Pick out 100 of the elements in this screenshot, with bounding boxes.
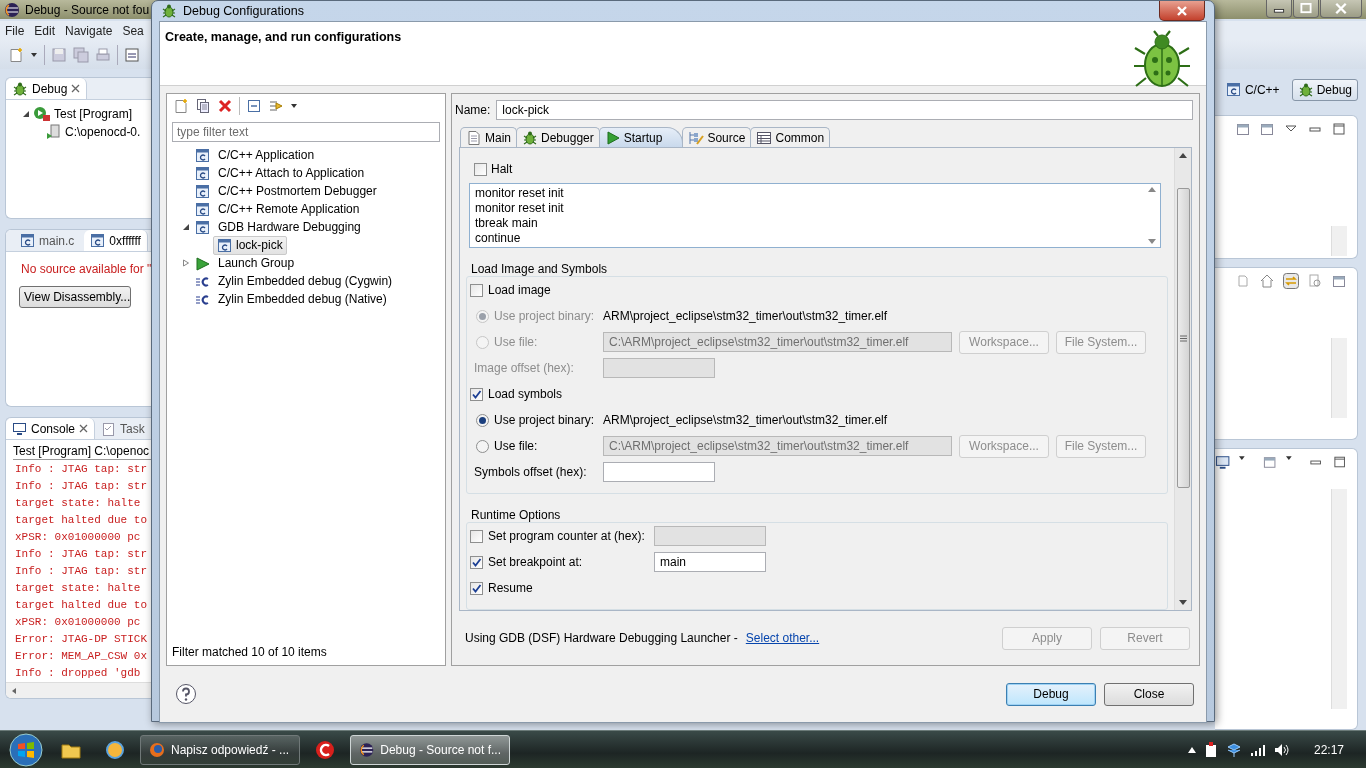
tree-item[interactable]: Test [Program]	[54, 107, 133, 121]
maximize-icon[interactable]	[1331, 454, 1347, 470]
menu-item[interactable]: Edit	[34, 23, 56, 38]
tree-item[interactable]: Zylin Embedded debug (Native)	[214, 290, 391, 308]
tree-icon	[688, 129, 705, 146]
clock: 22:17	[1313, 742, 1344, 757]
expanded-arrow-icon[interactable]	[182, 223, 190, 231]
tree-item[interactable]: C:\openocd-0.	[65, 125, 141, 139]
minimize-icon[interactable]	[1266, 0, 1292, 18]
delete-icon[interactable]	[217, 98, 233, 114]
console-line: xPSR: 0x01000000 pc	[15, 615, 142, 630]
home-icon[interactable]	[1259, 273, 1275, 289]
tab[interactable]: Debugger	[516, 127, 600, 147]
name-field[interactable]: lock-pick	[496, 100, 1193, 120]
box-icon[interactable]	[1225, 741, 1242, 758]
new-view-icon[interactable]	[1235, 121, 1251, 137]
maximize-icon[interactable]	[1331, 121, 1347, 137]
menu-item[interactable]: Navigate	[65, 23, 113, 38]
caret-icon[interactable]	[30, 50, 38, 59]
tab[interactable]: Source	[682, 127, 752, 147]
eclipse-icon	[359, 741, 375, 758]
print-icon[interactable]	[95, 46, 111, 63]
collapse-icon[interactable]	[246, 98, 262, 114]
speaker-icon[interactable]	[1273, 742, 1290, 757]
checkbox[interactable]	[470, 387, 483, 401]
tree-item[interactable]: lock-pick	[213, 235, 287, 255]
close-icon[interactable]	[71, 84, 81, 93]
new-view-icon[interactable]	[1261, 454, 1277, 470]
new-icon[interactable]	[173, 98, 189, 114]
tab[interactable]: Startup	[598, 127, 684, 147]
checkbox[interactable]	[470, 283, 483, 297]
bug-icon	[522, 129, 538, 146]
checkbox[interactable]	[470, 529, 483, 543]
checkbox[interactable]	[470, 581, 483, 595]
caret-icon[interactable]	[290, 102, 298, 110]
file-path-field[interactable]: C:\ARM\project_eclipse\stm32_timer\out\stm32_timer.elf	[603, 436, 952, 456]
radio-button[interactable]	[476, 413, 489, 427]
tree-item[interactable]: C/C++ Postmortem Debugger	[214, 182, 381, 200]
checkbox[interactable]	[470, 555, 483, 569]
arrow-up-icon[interactable]	[1179, 153, 1187, 158]
taskbar-button[interactable]: Debug - Source not f...	[350, 734, 510, 765]
filter-field[interactable]: type filter text	[172, 122, 440, 142]
device-icon[interactable]	[1203, 741, 1218, 758]
select-other-link[interactable]: Select other...	[745, 631, 820, 645]
menu-item[interactable]: File	[5, 23, 25, 38]
help-icon[interactable]	[175, 683, 197, 705]
collapsed-arrow-icon[interactable]	[182, 259, 190, 267]
close-button[interactable]	[1159, 1, 1205, 21]
tree-item[interactable]: C/C++ Remote Application	[214, 200, 364, 218]
maximize-icon[interactable]	[1293, 0, 1319, 18]
console-line: Info : JTAG tap: str	[15, 564, 149, 579]
scrollbar-thumb[interactable]	[1177, 188, 1190, 488]
view-tab[interactable]: Debug	[6, 78, 88, 99]
scrollbar[interactable]	[1331, 489, 1347, 709]
view-tab[interactable]: Task	[95, 418, 151, 439]
new-icon[interactable]	[8, 46, 24, 63]
new-view-icon[interactable]	[1331, 273, 1347, 289]
menu-item[interactable]: Sea	[122, 23, 144, 38]
checkbox[interactable]	[474, 162, 487, 176]
tree-item[interactable]: C/C++ Attach to Application	[214, 164, 369, 182]
close-icon[interactable]	[79, 424, 89, 433]
arrow-down-icon[interactable]	[1179, 600, 1187, 605]
tree-item[interactable]: GDB Hardware Debugging	[214, 218, 365, 236]
file-path: ARM\project_eclipse\stm32_timer\out\stm32_timer.elf	[603, 413, 888, 427]
editor-tab[interactable]: 0xffffff	[84, 230, 148, 251]
binary-icon[interactable]	[124, 46, 140, 63]
scrollbar[interactable]	[1331, 226, 1347, 256]
arrow-up-icon[interactable]	[1187, 746, 1196, 753]
filter-icon[interactable]	[268, 98, 284, 114]
tree-item[interactable]: C/C++ Application	[214, 146, 319, 164]
signal-icon[interactable]	[1249, 742, 1266, 757]
view-disassembly-button[interactable]: View Disassembly...	[19, 286, 131, 308]
tree-item[interactable]: Zylin Embedded debug (Cygwin)	[214, 272, 397, 290]
grip-icon	[1180, 334, 1187, 342]
arrow-down-icon[interactable]	[1147, 239, 1156, 244]
tab[interactable]: Main	[460, 127, 517, 147]
scrollbar[interactable]	[1174, 148, 1191, 610]
view-tab[interactable]: Console	[6, 418, 96, 439]
search-icon[interactable]	[1307, 273, 1323, 289]
perspective-button[interactable]: C/C++	[1219, 79, 1286, 101]
close-icon[interactable]	[1320, 0, 1362, 18]
monitor-icon[interactable]	[1215, 454, 1231, 470]
radio-button[interactable]	[476, 439, 489, 453]
commands-field[interactable]: monitor reset init monitor reset init tbreak main continue	[469, 183, 1161, 248]
close-button[interactable]: Close	[1104, 682, 1194, 706]
taskbar-button[interactable]: Napisz odpowiedź - ...	[140, 734, 300, 765]
perspective-button[interactable]: Debug	[1291, 79, 1358, 101]
arrow-left-icon[interactable]	[10, 687, 18, 695]
scrollbar[interactable]	[6, 682, 151, 698]
tab[interactable]: Common	[750, 127, 831, 147]
debug-button[interactable]: Debug	[1006, 682, 1096, 706]
link-icon[interactable]	[1283, 273, 1299, 289]
duplicate-icon[interactable]	[195, 98, 211, 114]
text-field[interactable]: main	[654, 552, 766, 572]
expanded-arrow-icon[interactable]	[22, 110, 30, 118]
tree-item[interactable]: Launch Group	[214, 254, 299, 272]
editor-tab[interactable]: main.c	[14, 230, 81, 251]
scrollbar[interactable]	[1331, 338, 1347, 418]
offset-field[interactable]	[603, 462, 715, 482]
start-button[interactable]	[6, 731, 46, 768]
